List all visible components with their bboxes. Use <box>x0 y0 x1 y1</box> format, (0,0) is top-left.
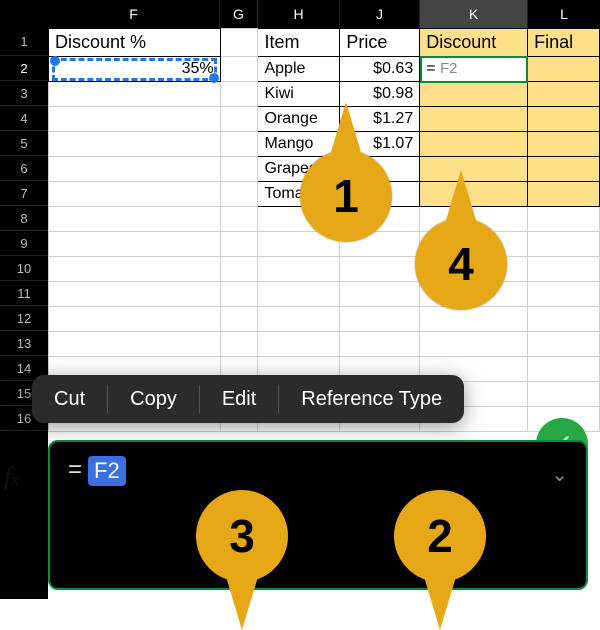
cell-L7[interactable] <box>528 182 600 207</box>
formula-eq: = <box>68 456 82 484</box>
cell-F3[interactable] <box>49 82 221 107</box>
col-G[interactable]: G <box>220 0 258 28</box>
col-L[interactable]: L <box>528 0 600 28</box>
chevron-down-icon[interactable]: ⌄ <box>551 462 568 487</box>
cell-H2[interactable]: Apple <box>258 57 340 82</box>
cell-J2[interactable]: $0.63 <box>340 57 420 82</box>
cell-L3[interactable] <box>528 82 600 107</box>
row-11[interactable]: 11 <box>0 281 48 306</box>
cell-G6[interactable] <box>220 157 258 182</box>
row-8[interactable]: 8 <box>0 206 48 231</box>
row-10[interactable]: 10 <box>0 256 48 281</box>
selectall-corner[interactable] <box>0 0 48 28</box>
row-9[interactable]: 9 <box>0 231 48 256</box>
cell-F6[interactable] <box>49 157 221 182</box>
formula-bar[interactable]: = F2 ⌄ <box>48 440 588 590</box>
cell-G2[interactable] <box>220 57 258 82</box>
cell-K2-eq: = <box>426 60 435 77</box>
cell-F5[interactable] <box>49 132 221 157</box>
annotation-callout-3: 3 <box>196 490 288 582</box>
annotation-callout-4: 4 <box>415 218 507 310</box>
reference-type-button[interactable]: Reference Type <box>279 375 464 423</box>
copy-button[interactable]: Copy <box>108 375 199 423</box>
cell-K5[interactable] <box>420 132 528 157</box>
col-J[interactable]: J <box>340 0 420 28</box>
cell-L5[interactable] <box>528 132 600 157</box>
row-12[interactable]: 12 <box>0 306 48 331</box>
cell-F7[interactable] <box>49 182 221 207</box>
cut-button[interactable]: Cut <box>32 375 107 423</box>
cell-F1[interactable]: Discount % <box>49 29 221 57</box>
fx-label: fx <box>4 462 19 492</box>
row-2[interactable]: 2 <box>0 56 48 81</box>
col-H[interactable]: H <box>258 0 340 28</box>
cell-L6[interactable] <box>528 157 600 182</box>
cell-G3[interactable] <box>220 82 258 107</box>
cell-L4[interactable] <box>528 107 600 132</box>
cell-G1[interactable] <box>220 29 258 57</box>
row-3[interactable]: 3 <box>0 81 48 106</box>
cell-G4[interactable] <box>220 107 258 132</box>
row-4[interactable]: 4 <box>0 106 48 131</box>
cell-F4[interactable] <box>49 107 221 132</box>
formula-reference-token[interactable]: F2 <box>88 456 126 486</box>
cell-G5[interactable] <box>220 132 258 157</box>
edit-button[interactable]: Edit <box>200 375 278 423</box>
col-K[interactable]: K <box>420 0 528 28</box>
context-menu: Cut Copy Edit Reference Type <box>32 375 464 423</box>
row-7[interactable]: 7 <box>0 181 48 206</box>
cell-J1[interactable]: Price <box>340 29 420 57</box>
cell-K2[interactable]: = F2 <box>420 57 528 82</box>
row-1[interactable]: 1 <box>0 28 48 56</box>
cell-K2-ref: F2 <box>440 60 458 77</box>
cell-L2[interactable] <box>528 57 600 82</box>
cell-L1[interactable]: Final <box>528 29 600 57</box>
col-F[interactable]: F <box>48 0 220 28</box>
row-6[interactable]: 6 <box>0 156 48 181</box>
cell-K3[interactable] <box>420 82 528 107</box>
annotation-callout-1: 1 <box>300 150 392 242</box>
row-header-bar: 1 2 3 4 5 6 7 8 9 10 11 12 13 14 15 16 <box>0 28 48 599</box>
column-header-bar: F G H J K L <box>0 0 600 28</box>
cell-K4[interactable] <box>420 107 528 132</box>
cell-H1[interactable]: Item <box>258 29 340 57</box>
row-5[interactable]: 5 <box>0 131 48 156</box>
annotation-callout-2: 2 <box>394 490 486 582</box>
cell-K1[interactable]: Discount <box>420 29 528 57</box>
cell-G7[interactable] <box>220 182 258 207</box>
cell-F2[interactable]: 35% <box>49 57 221 82</box>
row-13[interactable]: 13 <box>0 331 48 356</box>
